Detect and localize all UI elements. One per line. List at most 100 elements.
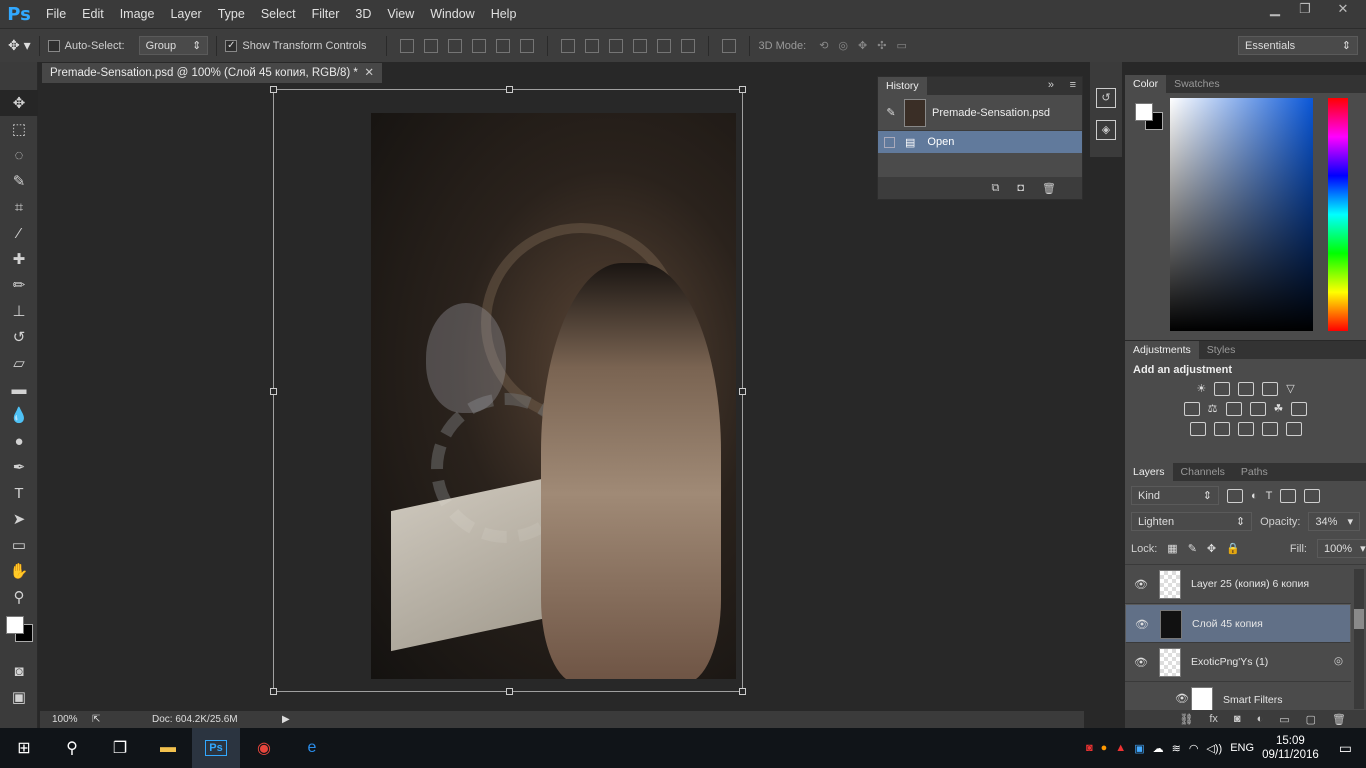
- 3d-slide-icon[interactable]: ✣: [877, 39, 886, 52]
- menu-file[interactable]: File: [38, 0, 74, 28]
- search-icon[interactable]: ⚲: [48, 728, 96, 768]
- lasso-tool-icon[interactable]: ◌: [0, 142, 38, 168]
- blur-tool-icon[interactable]: 💧: [0, 402, 38, 428]
- visibility-eye-icon[interactable]: 👁: [1134, 656, 1148, 669]
- history-brush-source-icon[interactable]: ✎: [878, 106, 904, 119]
- transform-handle-br[interactable]: [739, 688, 746, 695]
- auto-select-checkbox[interactable]: [47, 39, 60, 52]
- curves-icon[interactable]: [1238, 382, 1255, 396]
- visibility-eye-icon[interactable]: 👁: [1135, 618, 1149, 631]
- minimize-icon[interactable]: ▁: [1260, 0, 1290, 20]
- healing-tool-icon[interactable]: ✚: [0, 246, 38, 272]
- marquee-tool-icon[interactable]: ⬚: [0, 116, 38, 142]
- selective-color-icon[interactable]: [1261, 422, 1278, 436]
- visibility-eye-icon[interactable]: 👁: [1175, 692, 1189, 705]
- chrome-icon[interactable]: ◉: [240, 728, 288, 768]
- stamp-tool-icon[interactable]: ⊥: [0, 298, 38, 324]
- auto-align-icon[interactable]: [722, 38, 737, 53]
- menu-edit[interactable]: Edit: [74, 0, 112, 28]
- tab-color[interactable]: Color: [1125, 75, 1167, 93]
- filter-kind-dropdown[interactable]: Kind ⇕: [1131, 486, 1219, 505]
- transform-bounding-box[interactable]: [270, 86, 746, 695]
- transform-handle-tl[interactable]: [270, 86, 277, 93]
- distribute-vcenter-icon[interactable]: [585, 38, 600, 53]
- auto-select-dropdown[interactable]: Group ⇕: [138, 36, 209, 55]
- align-right-icon[interactable]: [520, 38, 535, 53]
- hue-saturation-icon[interactable]: [1183, 402, 1200, 416]
- menu-help[interactable]: Help: [483, 0, 525, 28]
- 3d-roll-icon[interactable]: ◎: [838, 39, 848, 52]
- shape-tool-icon[interactable]: ▭: [0, 532, 38, 558]
- filter-type-icon[interactable]: T: [1266, 490, 1273, 502]
- pen-tool-icon[interactable]: ✒: [0, 454, 38, 480]
- properties-dock-icon[interactable]: ◈: [1096, 120, 1116, 140]
- menu-type[interactable]: Type: [210, 0, 253, 28]
- color-lookup-icon[interactable]: [1291, 402, 1308, 416]
- 3d-drag-icon[interactable]: ✥: [858, 39, 867, 52]
- quick-mask-icon[interactable]: ◙: [0, 658, 38, 684]
- align-vcenter-icon[interactable]: [424, 38, 439, 53]
- camera-icon[interactable]: ◘: [1017, 182, 1024, 194]
- crop-tool-icon[interactable]: ⌗: [0, 194, 38, 220]
- foreground-color-swatch[interactable]: [6, 616, 24, 634]
- transform-handle-bl[interactable]: [270, 688, 277, 695]
- filter-pixel-icon[interactable]: [1227, 488, 1243, 503]
- cloud-icon[interactable]: ☁: [1153, 742, 1164, 755]
- hue-slider[interactable]: [1328, 98, 1348, 331]
- lock-position-icon[interactable]: ✥: [1207, 542, 1216, 555]
- 3d-scale-icon[interactable]: ▭: [896, 39, 906, 52]
- history-state[interactable]: ▤ Open: [878, 131, 1082, 153]
- tab-paths[interactable]: Paths: [1233, 463, 1276, 481]
- wifi-icon[interactable]: ◠: [1189, 742, 1199, 755]
- transform-handle-tr[interactable]: [739, 86, 746, 93]
- layer-row[interactable]: 👁 Layer 25 (копия) 6 копия: [1125, 565, 1351, 604]
- brightness-contrast-icon[interactable]: ☀: [1196, 382, 1206, 396]
- delete-layer-icon[interactable]: 🗑: [1332, 713, 1346, 726]
- menu-filter[interactable]: Filter: [304, 0, 348, 28]
- history-dock-icon[interactable]: ↺: [1096, 88, 1116, 108]
- move-tool-icon[interactable]: ✥ ▾: [8, 37, 31, 54]
- menu-window[interactable]: Window: [422, 0, 482, 28]
- status-menu-arrow-icon[interactable]: ▶: [282, 711, 290, 728]
- invert-icon[interactable]: [1189, 422, 1206, 436]
- tray-app-icon[interactable]: ◙: [1086, 742, 1093, 754]
- path-select-tool-icon[interactable]: ➤: [0, 506, 38, 532]
- add-mask-icon[interactable]: ◙: [1234, 713, 1241, 725]
- notifications-icon[interactable]: ▭: [1339, 740, 1352, 757]
- color-field[interactable]: [1170, 98, 1313, 331]
- link-layers-icon[interactable]: ⛓: [1179, 713, 1193, 726]
- history-brush-icon[interactable]: ↺: [0, 324, 38, 350]
- color-fg-swatch[interactable]: [1135, 103, 1153, 121]
- filter-adjustment-icon[interactable]: ◐: [1251, 490, 1258, 502]
- posterize-icon[interactable]: [1213, 422, 1230, 436]
- new-group-icon[interactable]: ▭: [1279, 713, 1289, 726]
- fill-input[interactable]: 100% ▾: [1316, 539, 1366, 558]
- align-left-icon[interactable]: [472, 38, 487, 53]
- gradient-map-icon[interactable]: [1285, 422, 1302, 436]
- screen-mode-icon[interactable]: ▣: [0, 684, 38, 710]
- layers-scrollbar[interactable]: [1354, 569, 1364, 709]
- volume-icon[interactable]: ◁)): [1206, 742, 1222, 755]
- tab-history[interactable]: History: [878, 77, 927, 95]
- distribute-hcenter-icon[interactable]: [657, 38, 672, 53]
- tab-layers[interactable]: Layers: [1125, 463, 1173, 481]
- move-tool-icon[interactable]: ✥: [0, 90, 38, 116]
- align-top-icon[interactable]: [400, 38, 415, 53]
- filter-shape-icon[interactable]: [1280, 488, 1297, 503]
- brush-tool-icon[interactable]: ✏: [0, 272, 38, 298]
- threshold-icon[interactable]: [1237, 422, 1254, 436]
- color-swatches[interactable]: [0, 610, 37, 658]
- tab-styles[interactable]: Styles: [1199, 341, 1244, 359]
- menu-view[interactable]: View: [379, 0, 422, 28]
- document-tab[interactable]: Premade-Sensation.psd @ 100% (Слой 45 ко…: [42, 63, 382, 83]
- edge-icon[interactable]: e: [288, 728, 336, 768]
- quick-select-tool-icon[interactable]: ✎: [0, 168, 38, 194]
- lock-transparent-icon[interactable]: ▦: [1167, 542, 1177, 555]
- eyedropper-tool-icon[interactable]: ⁄: [0, 220, 38, 246]
- distribute-bottom-icon[interactable]: [609, 38, 624, 53]
- align-hcenter-icon[interactable]: [496, 38, 511, 53]
- network-icon[interactable]: ≋: [1172, 742, 1181, 755]
- color-balance-icon[interactable]: ⚖: [1208, 402, 1218, 416]
- panel-menu-icon[interactable]: ≡: [1070, 79, 1076, 91]
- menu-3d[interactable]: 3D: [347, 0, 379, 28]
